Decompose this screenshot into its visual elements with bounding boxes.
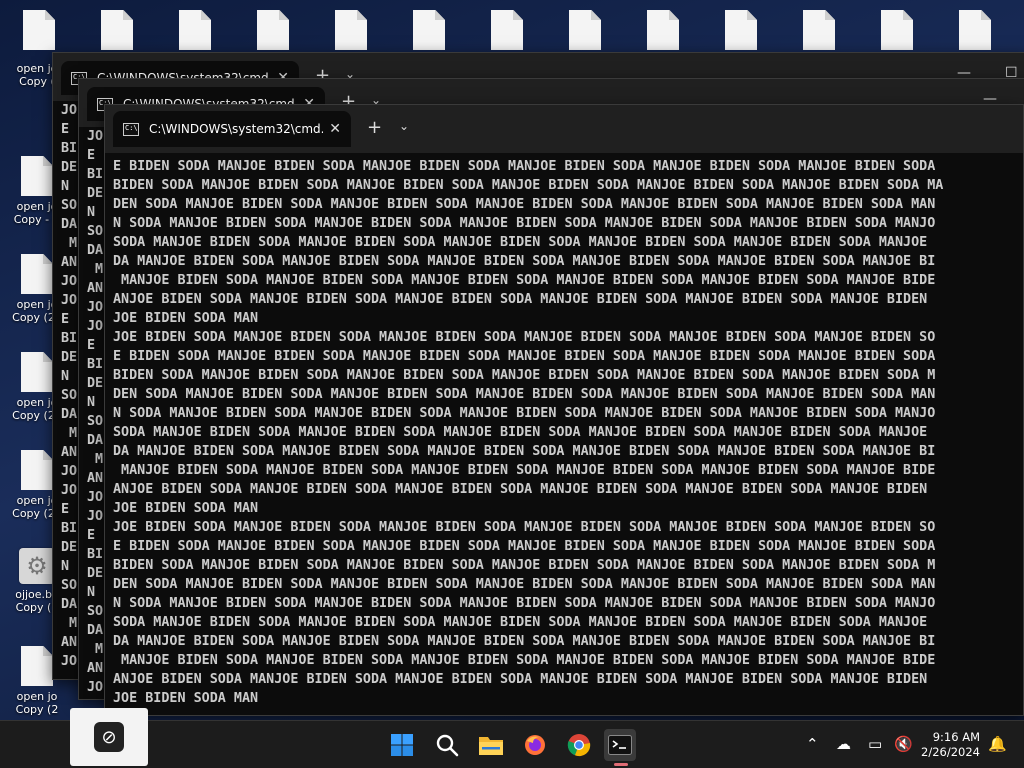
file-icon [21,450,53,490]
search-icon[interactable] [431,729,463,761]
desktop-file-icon[interactable] [82,10,152,50]
desktop-file-icon[interactable] [316,10,386,50]
desktop-file-icon[interactable] [550,10,620,50]
volume-muted-icon[interactable]: 🔇 [894,735,913,753]
network-icon[interactable]: ▭ [868,735,882,753]
blocked-icon: ⊘ [94,722,124,752]
file-explorer-icon[interactable] [475,729,507,761]
firefox-icon[interactable] [519,729,551,761]
file-icon [725,10,757,50]
chrome-icon[interactable] [563,729,595,761]
file-icon [569,10,601,50]
titlebar[interactable]: C:\ C:\WINDOWS\system32\cmd. ✕ + ⌄ [105,105,1023,153]
desktop-file-icon[interactable] [706,10,776,50]
chevron-down-icon[interactable]: ⌄ [399,119,409,133]
desktop-file-icon[interactable] [862,10,932,50]
cmd-icon: C:\ [123,122,139,136]
file-icon [21,646,53,686]
close-tab-icon[interactable]: ✕ [329,121,341,137]
cloud-offline-icon[interactable]: ☁ [836,735,851,753]
clock-time: 9:16 AM [932,730,980,744]
desktop-icon-label: open jo Copy (2 [15,690,59,716]
desktop-file-icon[interactable] [940,10,1010,50]
taskbar: ⌃ ☁ ▭ 🔇 9:16 AM 2/26/2024 🔔 [0,720,1024,768]
terminal-output: E BIDEN SODA MANJOE BIDEN SODA MANJOE BI… [113,159,944,706]
desktop-file-icon[interactable] [784,10,854,50]
new-tab-button[interactable]: + [367,119,382,137]
file-icon [413,10,445,50]
file-icon [803,10,835,50]
file-icon [959,10,991,50]
file-icon [23,10,55,50]
terminal-icon[interactable] [604,729,636,761]
tray-popup[interactable]: ⊘ [70,708,148,766]
desktop-file-icon[interactable] [4,10,74,50]
tab-title: C:\WINDOWS\system32\cmd. [149,122,324,136]
chevron-up-icon[interactable]: ⌃ [806,735,819,753]
desktop-file-icon[interactable] [472,10,542,50]
file-icon [101,10,133,50]
terminal-window-front[interactable]: C:\ C:\WINDOWS\system32\cmd. ✕ + ⌄ E BID… [104,104,1024,716]
file-icon [881,10,913,50]
file-icon [491,10,523,50]
file-icon [21,156,53,196]
desktop-file-icon[interactable] [394,10,464,50]
desktop-file-icon[interactable] [628,10,698,50]
file-icon [647,10,679,50]
desktop-file-icon[interactable] [160,10,230,50]
notifications-bell-icon[interactable]: 🔔 [988,735,1007,753]
batch-file-icon: ⚙ [19,548,55,584]
start-icon[interactable] [386,729,418,761]
file-icon [21,352,53,392]
tab-cmd[interactable]: C:\ C:\WINDOWS\system32\cmd. ✕ [113,111,351,147]
file-icon [257,10,289,50]
file-icon [21,254,53,294]
clock[interactable]: 9:16 AM 2/26/2024 [921,730,980,760]
desktop-file-icon[interactable] [238,10,308,50]
file-icon [335,10,367,50]
terminal-active-indicator [614,763,628,766]
file-icon [179,10,211,50]
clock-date: 2/26/2024 [921,745,980,759]
